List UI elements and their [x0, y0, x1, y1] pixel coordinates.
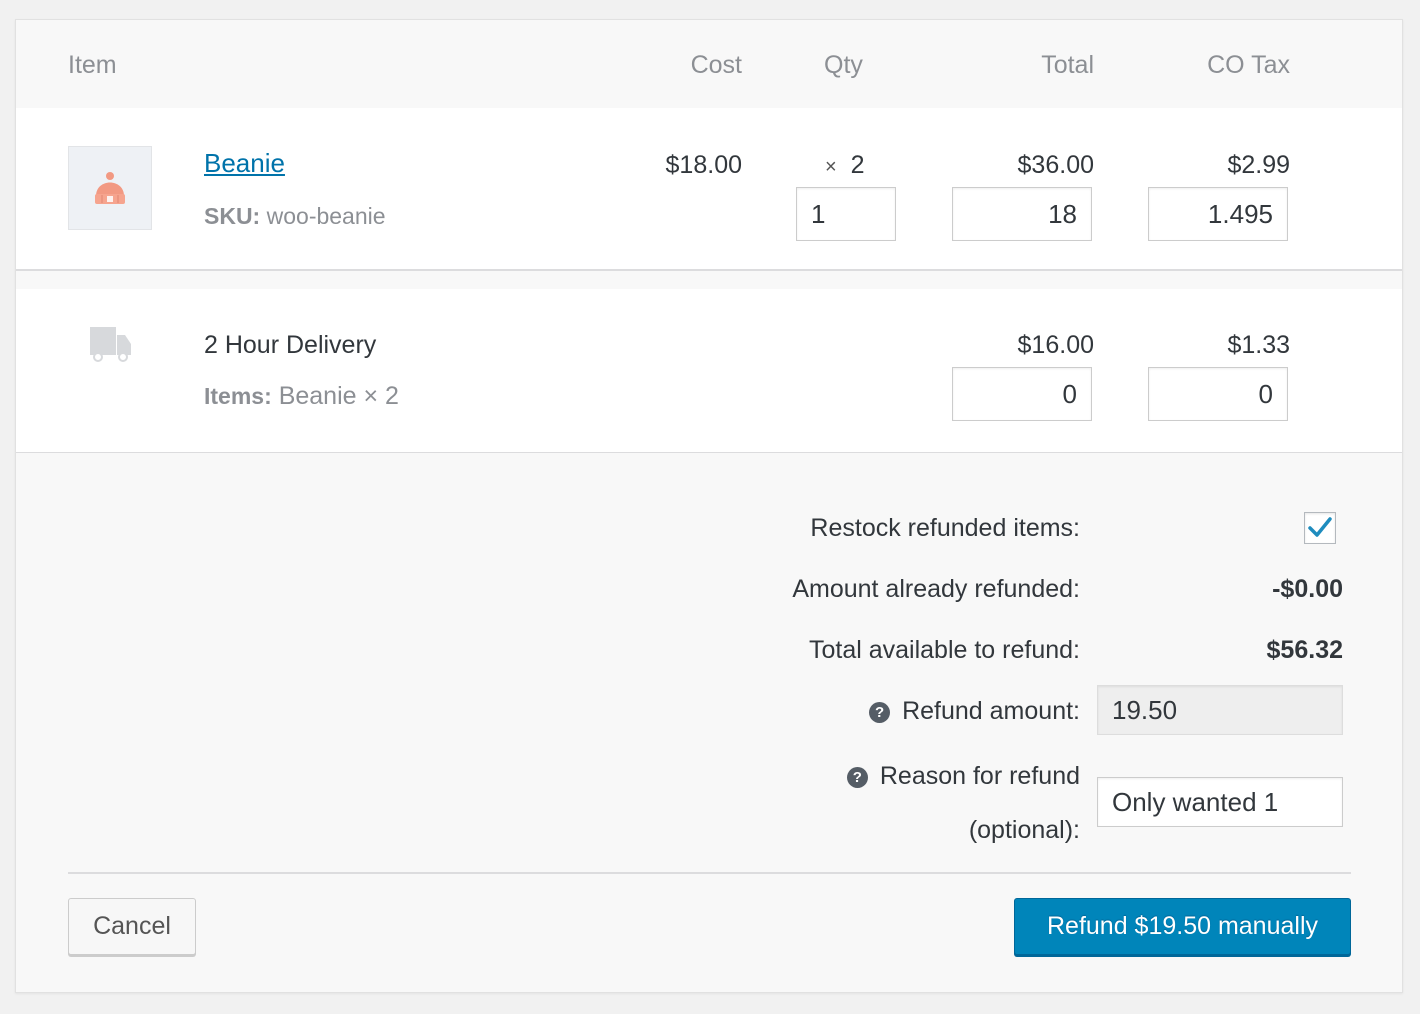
reason-label-line1: ? Reason for refund [516, 762, 1080, 791]
cancel-button[interactable]: Cancel [68, 898, 196, 955]
product-tax: $2.99 [1227, 151, 1290, 179]
reason-label-line2: (optional): [968, 816, 1080, 844]
truck-icon [90, 327, 132, 368]
refund-amount-label: Refund amount: [902, 697, 1080, 725]
refund-shipping-total-input[interactable] [952, 367, 1092, 421]
table-row-product: Beanie SKU: woo-beanie $18.00 × 2 $36.00… [16, 108, 1402, 271]
available-refund-label: Total available to refund: [808, 636, 1080, 664]
items-label: Items: [204, 383, 272, 409]
times-sign: × [825, 156, 837, 178]
actions-divider [68, 872, 1351, 874]
help-icon[interactable]: ? [846, 767, 868, 788]
table-row-shipping: 2 Hour Delivery Items: Beanie × 2 $16.00… [16, 289, 1402, 453]
header-qty: Qty [824, 51, 863, 79]
help-icon[interactable]: ? [869, 702, 891, 723]
header-cost: Cost [690, 51, 742, 79]
refund-amount-row-label: ? Refund amount: [516, 697, 1080, 726]
already-refunded-label: Amount already refunded: [792, 575, 1080, 603]
restock-checkbox[interactable] [1304, 512, 1336, 544]
refund-qty-input[interactable] [796, 187, 896, 241]
refund-line-total-input[interactable] [952, 187, 1092, 241]
refund-shipping-tax-input[interactable] [1148, 367, 1288, 421]
product-thumbnail[interactable] [68, 146, 152, 230]
shipping-total: $16.00 [1017, 331, 1094, 359]
product-sku: SKU: woo-beanie [204, 203, 386, 230]
shipping-method-name: 2 Hour Delivery [204, 331, 377, 359]
header-item: Item [68, 51, 117, 79]
refund-amount-input[interactable] [1097, 685, 1343, 735]
sku-label: SKU: [204, 203, 261, 229]
qty-value: 2 [850, 151, 865, 179]
product-qty: × 2 [825, 151, 865, 180]
restock-label: Restock refunded items: [810, 514, 1080, 542]
checkmark-icon [1308, 517, 1332, 537]
already-refunded-value: -$0.00 [1272, 575, 1343, 603]
refund-line-tax-input[interactable] [1148, 187, 1288, 241]
reason-label-text: Reason for refund [879, 762, 1080, 790]
header-tax: CO Tax [1207, 51, 1290, 79]
header-total: Total [1041, 51, 1094, 79]
product-total: $36.00 [1017, 151, 1094, 179]
product-name-link[interactable]: Beanie [204, 148, 285, 178]
shipping-tax: $1.33 [1227, 331, 1290, 359]
sku-value: woo-beanie [266, 203, 386, 229]
product-cost: $18.00 [665, 151, 742, 179]
available-refund-value: $56.32 [1266, 636, 1343, 664]
items-value: Beanie × 2 [278, 382, 399, 410]
refund-manually-button[interactable]: Refund $19.50 manually [1014, 898, 1351, 955]
refund-reason-input[interactable] [1097, 777, 1343, 827]
shipping-items: Items: Beanie × 2 [204, 382, 399, 411]
beanie-hat-icon [95, 172, 125, 204]
refund-panel: Item Cost Qty Total CO Tax Beanie SKU: w… [15, 19, 1403, 993]
